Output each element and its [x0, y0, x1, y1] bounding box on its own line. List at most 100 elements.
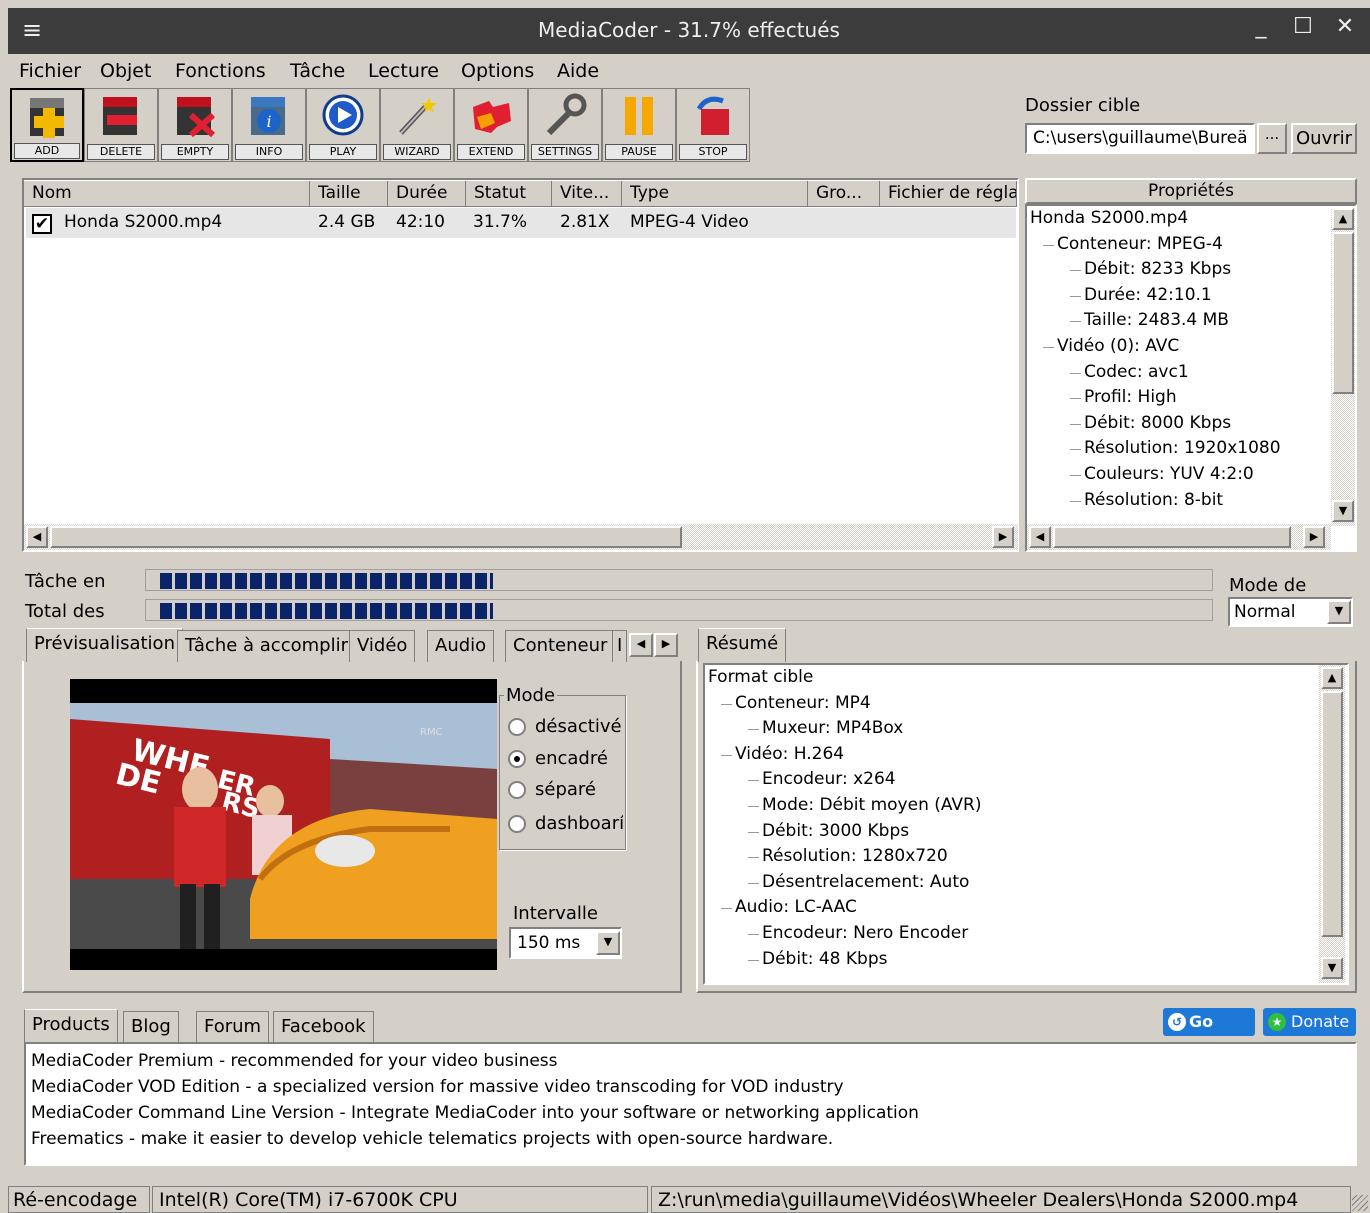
tab-more[interactable]: I — [612, 630, 628, 662]
tab-summary[interactable]: Résumé — [698, 628, 787, 662]
tree-item[interactable]: Débit: 8000 Kbps — [1029, 410, 1281, 437]
mode-disabled-radio[interactable] — [508, 718, 526, 736]
settings-button[interactable]: SETTINGS — [528, 88, 602, 162]
tab-scroll-right-icon[interactable]: ▶ — [654, 633, 678, 657]
tree-item[interactable]: Conteneur: MP4 — [707, 690, 982, 717]
scroll-up-icon[interactable]: ▲ — [1332, 208, 1354, 230]
tree-item[interactable]: Conteneur: MPEG-4 — [1029, 231, 1281, 258]
scroll-left-icon[interactable]: ◀ — [26, 526, 48, 548]
tree-item[interactable]: Audio: LC-AAC — [707, 895, 982, 921]
column-speed[interactable]: Vite... — [552, 181, 622, 207]
tree-item[interactable]: Profil: High — [1029, 385, 1281, 411]
stop-button[interactable]: STOP — [676, 88, 750, 162]
column-group[interactable]: Gro... — [808, 181, 880, 207]
product-item[interactable]: Freematics - make it easier to develop v… — [31, 1126, 1350, 1152]
tree-item[interactable]: Muxeur: MP4Box — [707, 716, 982, 742]
tree-item[interactable]: Encodeur: x264 — [707, 767, 982, 793]
interval-select[interactable]: 150 ms ▼ — [509, 927, 622, 959]
chevron-down-icon[interactable]: ▼ — [1327, 600, 1351, 624]
minimize-icon[interactable]: _ — [1246, 14, 1276, 39]
tree-item[interactable]: Résolution: 1280x720 — [707, 844, 982, 870]
tree-item[interactable]: Format cible — [707, 665, 982, 691]
tree-item[interactable]: Résolution: 1920x1080 — [1029, 436, 1281, 462]
empty-button[interactable]: EMPTY — [158, 88, 232, 162]
properties-hscroll-thumb[interactable] — [1053, 526, 1291, 548]
tree-item[interactable]: Résolution: 8-bit — [1029, 487, 1281, 514]
properties-tree[interactable]: Honda S2000.mp4 Conteneur: MPEG-4 Débit: 8… — [1025, 204, 1357, 552]
tab-blog[interactable]: Blog — [123, 1011, 179, 1043]
menu-fonctions[interactable]: Fonctions — [175, 60, 266, 82]
mode-separate-radio[interactable] — [508, 781, 526, 799]
wizard-button[interactable]: WIZARD — [380, 88, 454, 162]
summary-scroll-thumb[interactable] — [1321, 691, 1343, 937]
menu-aide[interactable]: Aide — [557, 60, 599, 82]
summary-vscrollbar[interactable]: ▲ ▼ — [1319, 665, 1345, 983]
column-size[interactable]: Taille — [310, 181, 388, 207]
extend-button[interactable]: EXTEND — [454, 88, 528, 162]
tab-products[interactable]: Products — [24, 1009, 118, 1043]
column-preset[interactable]: Fichier de régla — [880, 181, 1017, 207]
scroll-down-icon[interactable]: ▼ — [1332, 500, 1354, 522]
tab-audio[interactable]: Audio — [427, 630, 495, 662]
table-row[interactable]: ✔ Honda S2000.mp4 2.4 GB 42:10 31.7% 2.8… — [26, 208, 1016, 238]
product-item[interactable]: MediaCoder VOD Edition - a specialized v… — [31, 1074, 1350, 1100]
menu-fichier[interactable]: Fichier — [19, 60, 81, 82]
menu-objet[interactable]: Objet — [100, 60, 151, 82]
properties-vscrollbar[interactable]: ▲ ▼ — [1331, 208, 1355, 526]
maximize-icon[interactable]: ☐ — [1288, 14, 1318, 39]
file-list-hscrollbar[interactable]: ◀ ▶ — [24, 524, 1018, 550]
tree-item[interactable]: Mode: Débit moyen (AVR) — [707, 792, 982, 819]
mode-select[interactable]: Normal ▼ — [1228, 597, 1353, 627]
browse-button[interactable]: ... — [1257, 123, 1287, 154]
go-pro-button[interactable]: ↺ Go PRO — [1163, 1008, 1255, 1059]
tree-item[interactable]: Vidéo (0): AVC — [1029, 333, 1281, 360]
chevron-down-icon[interactable]: ▼ — [596, 931, 620, 955]
tab-preview[interactable]: Prévisualisation — [26, 628, 183, 662]
tree-item[interactable]: Codec: avc1 — [1029, 359, 1281, 386]
tree-item[interactable]: Taille: 2483.4 MB — [1029, 308, 1281, 334]
tree-item[interactable]: Vidéo: H.264 — [707, 741, 982, 768]
play-button[interactable]: PLAY — [306, 88, 380, 162]
product-item[interactable]: MediaCoder Command Line Version - Integr… — [31, 1100, 1350, 1126]
resize-grip-icon[interactable] — [1352, 1195, 1368, 1211]
scroll-down-icon[interactable]: ▼ — [1321, 957, 1343, 979]
tree-item[interactable]: Encodeur: Nero Encoder — [707, 920, 982, 947]
column-type[interactable]: Type — [622, 181, 808, 207]
menu-lecture[interactable]: Lecture — [368, 60, 439, 82]
tree-item[interactable]: Honda S2000.mp4 — [1029, 206, 1281, 232]
tree-item[interactable]: Débit: 3000 Kbps — [707, 818, 982, 845]
scroll-up-icon[interactable]: ▲ — [1321, 667, 1343, 689]
add-button[interactable]: ADD — [10, 88, 84, 162]
row-checkbox[interactable]: ✔ — [32, 214, 52, 234]
menu-tache[interactable]: Tâche — [290, 60, 345, 82]
file-list-scroll-thumb[interactable] — [50, 526, 682, 548]
tab-facebook[interactable]: Facebook — [273, 1011, 374, 1043]
tree-item[interactable]: Désentrelacement: Auto — [707, 869, 982, 896]
tab-forum[interactable]: Forum — [196, 1011, 270, 1043]
product-item[interactable]: MediaCoder Premium - recommended for you… — [31, 1048, 1350, 1074]
menu-options[interactable]: Options — [461, 60, 534, 82]
tree-item[interactable]: Durée: 42:10.1 — [1029, 282, 1281, 309]
column-status[interactable]: Statut — [466, 181, 552, 207]
tab-container[interactable]: Conteneur — [505, 630, 616, 662]
tree-item[interactable]: Débit: 8233 Kbps — [1029, 257, 1281, 283]
open-folder-button[interactable]: Ouvrir — [1291, 123, 1357, 154]
close-icon[interactable]: ✕ — [1330, 14, 1360, 39]
info-button[interactable]: i INFO — [232, 88, 306, 162]
summary-tree[interactable]: Format cible Conteneur: MP4 Muxeur: MP4Box… — [703, 663, 1349, 985]
column-name[interactable]: Nom — [24, 181, 310, 207]
tree-item[interactable]: Couleurs: YUV 4:2:0 — [1029, 461, 1281, 488]
pause-button[interactable]: PAUSE — [602, 88, 676, 162]
tab-video[interactable]: Vidéo — [349, 630, 416, 662]
scroll-left-icon[interactable]: ◀ — [1029, 526, 1051, 548]
properties-scroll-thumb[interactable] — [1332, 232, 1354, 394]
tab-scroll-left-icon[interactable]: ◀ — [629, 633, 653, 657]
mode-framed-radio[interactable] — [508, 750, 526, 768]
tab-task[interactable]: Tâche à accomplir — [177, 630, 356, 662]
properties-hscrollbar[interactable]: ◀ ▶ — [1027, 524, 1331, 550]
column-duration[interactable]: Durée — [388, 181, 466, 207]
scroll-right-icon[interactable]: ▶ — [1303, 526, 1325, 548]
mode-dashboard-radio[interactable] — [508, 815, 526, 833]
donate-button[interactable]: ★ Donate — [1263, 1008, 1356, 1036]
scroll-right-icon[interactable]: ▶ — [992, 526, 1014, 548]
